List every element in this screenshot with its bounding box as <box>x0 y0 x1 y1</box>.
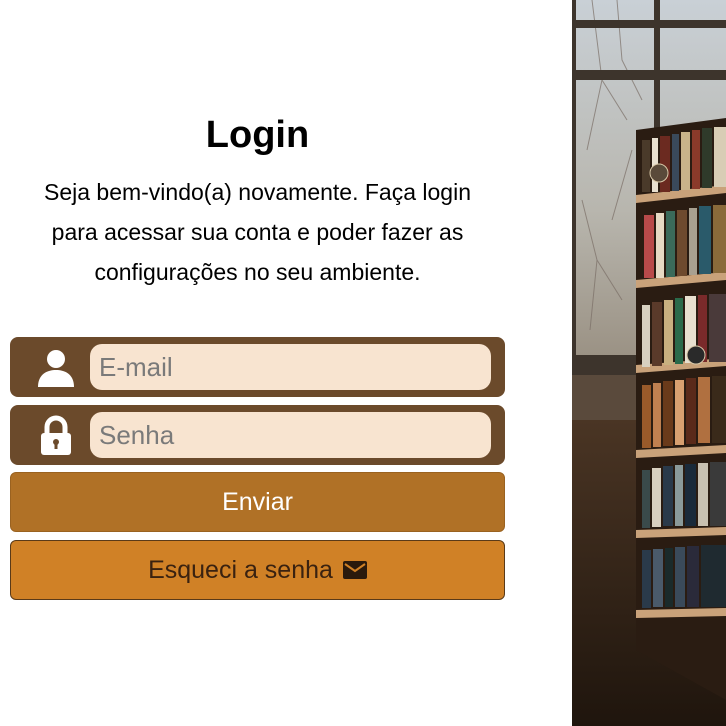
page-title: Login <box>205 114 310 156</box>
login-panel: Login Seja bem-vindo(a) novamente. Faça … <box>0 0 572 726</box>
submit-button[interactable]: Enviar <box>10 472 505 532</box>
forgot-password-label: Esqueci a senha <box>148 555 333 584</box>
welcome-text: Seja bem-vindo(a) novamente. Faça login … <box>43 179 471 285</box>
submit-button-label: Enviar <box>222 487 293 516</box>
library-photo <box>572 0 726 726</box>
user-icon <box>38 350 74 387</box>
forgot-password-button[interactable]: Esqueci a senha <box>10 540 505 600</box>
password-field-group <box>10 405 505 465</box>
email-input[interactable] <box>90 344 491 390</box>
mail-icon <box>342 561 367 579</box>
library-image <box>572 0 726 726</box>
lock-icon <box>41 415 71 455</box>
email-field-group <box>10 337 505 397</box>
password-input[interactable] <box>90 412 491 458</box>
